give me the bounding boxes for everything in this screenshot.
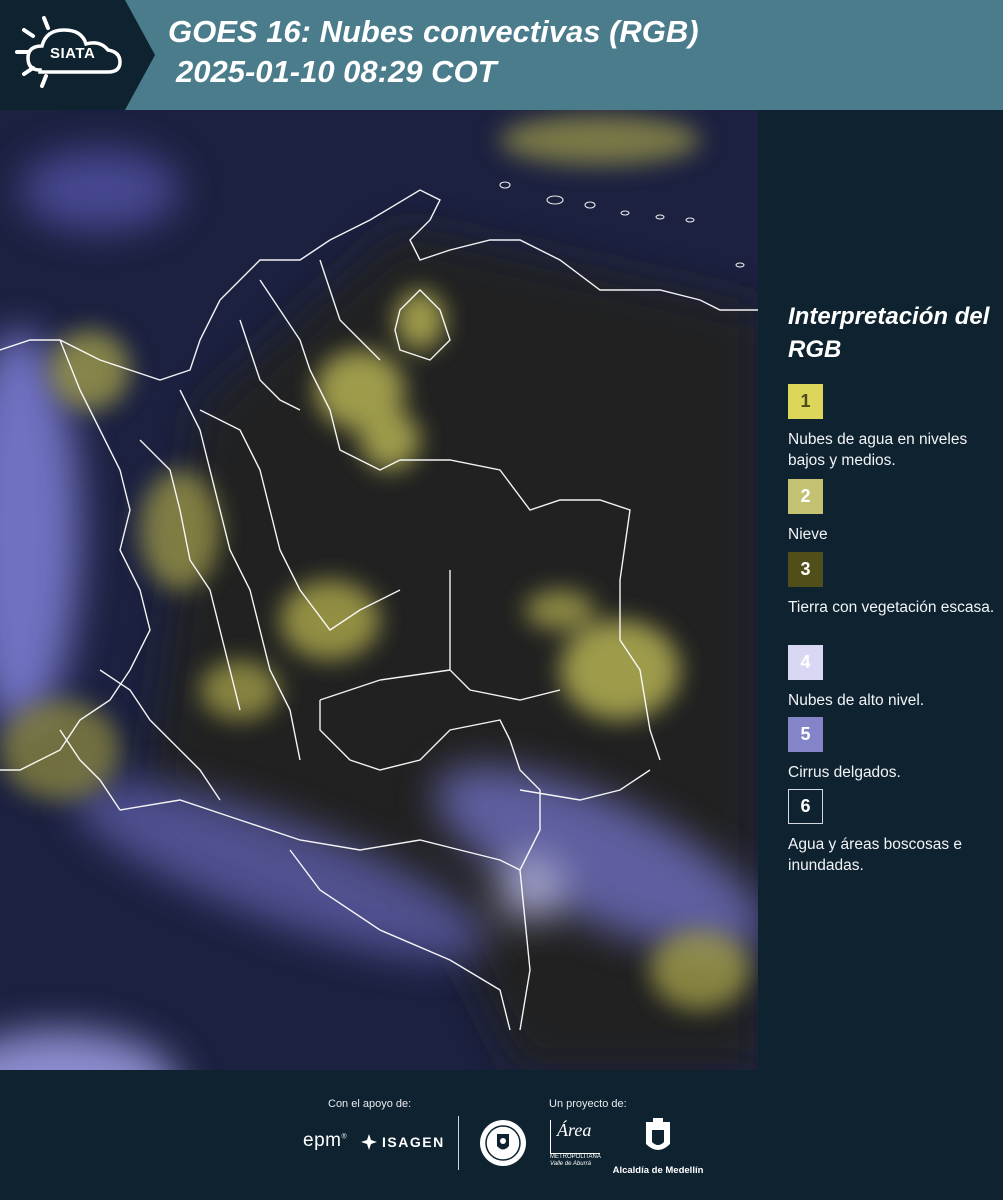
footer-divider: [458, 1116, 459, 1170]
isagen-logo[interactable]: ISAGEN: [360, 1133, 445, 1151]
legend-item-6: 6 Agua y áreas boscosas e inundadas.: [788, 789, 998, 876]
legend-label: Nubes de alto nivel.: [788, 692, 925, 709]
legend-swatch: 2: [788, 479, 823, 514]
legend-item-4: 4 Nubes de alto nivel.: [788, 645, 998, 711]
seal-icon: [480, 1120, 526, 1166]
legend-swatch: 6: [788, 789, 823, 824]
legend-swatch: 4: [788, 645, 823, 680]
medellin-seal[interactable]: [478, 1118, 528, 1173]
legend-item-5: 5 Cirrus delgados.: [788, 717, 998, 783]
area-logo-sub2: Valle de Aburrá: [550, 1161, 591, 1167]
legend-label: Nieve: [788, 526, 828, 543]
legend-item-3: 3 Tierra con vegetación escasa.: [788, 552, 998, 618]
siata-logo[interactable]: SIATA: [0, 0, 155, 110]
legend-number: 2: [800, 486, 811, 506]
area-logo-name: Área: [557, 1120, 592, 1140]
timestamp: 2025-01-10 08:29 COT: [176, 54, 497, 89]
legend-label: Nubes de agua en niveles bajos y medios.: [788, 431, 968, 469]
legend-number: 1: [800, 391, 811, 411]
coat-of-arms-icon: [646, 1118, 670, 1150]
legend-label: Tierra con vegetación escasa.: [788, 599, 995, 616]
epm-logo[interactable]: epm®: [303, 1130, 347, 1152]
isagen-logo-text: ISAGEN: [382, 1134, 445, 1150]
alcaldia-logo[interactable]: Alcaldía de Medellín: [612, 1118, 704, 1176]
legend-number: 5: [800, 724, 811, 744]
siata-logo-text: SIATA: [50, 45, 96, 62]
legend-label: Agua y áreas boscosas e inundadas.: [788, 836, 963, 874]
legend-number: 6: [800, 796, 811, 816]
title-block: GOES 16: Nubes convectivas (RGB) 2025-01…: [168, 12, 988, 92]
footer: Con el apoyo de: Un proyecto de: epm® IS…: [0, 1070, 1003, 1200]
legend-title: Interpretación del RGB: [788, 303, 990, 363]
legend-number: 4: [800, 652, 811, 672]
isagen-icon: [361, 1134, 377, 1150]
legend-swatch: 1: [788, 384, 823, 419]
legend-label: Cirrus delgados.: [788, 764, 901, 781]
support-label: Con el apoyo de:: [328, 1098, 412, 1110]
legend-item-2: 2 Nieve: [788, 479, 998, 545]
legend-swatch: 3: [788, 552, 823, 587]
legend-panel: Interpretación del RGB 1 Nubes de agua e…: [760, 110, 1003, 1070]
satellite-map[interactable]: [0, 110, 758, 1070]
legend-number: 3: [800, 559, 811, 579]
alcaldia-text: Alcaldía de Medellín: [612, 1165, 704, 1176]
area-metropolitana-logo[interactable]: Área METROPOLITANA Valle de Aburrá: [550, 1120, 602, 1168]
epm-logo-text: epm: [303, 1130, 342, 1151]
project-label: Un proyecto de:: [549, 1098, 627, 1110]
legend-swatch: 5: [788, 717, 823, 752]
header-banner: SIATA GOES 16: Nubes convectivas (RGB) 2…: [0, 0, 1003, 110]
page-title: GOES 16: Nubes convectivas (RGB): [168, 14, 699, 49]
legend-item-1: 1 Nubes de agua en niveles bajos y medio…: [788, 384, 998, 471]
area-logo-sub1: METROPOLITANA: [550, 1154, 601, 1160]
